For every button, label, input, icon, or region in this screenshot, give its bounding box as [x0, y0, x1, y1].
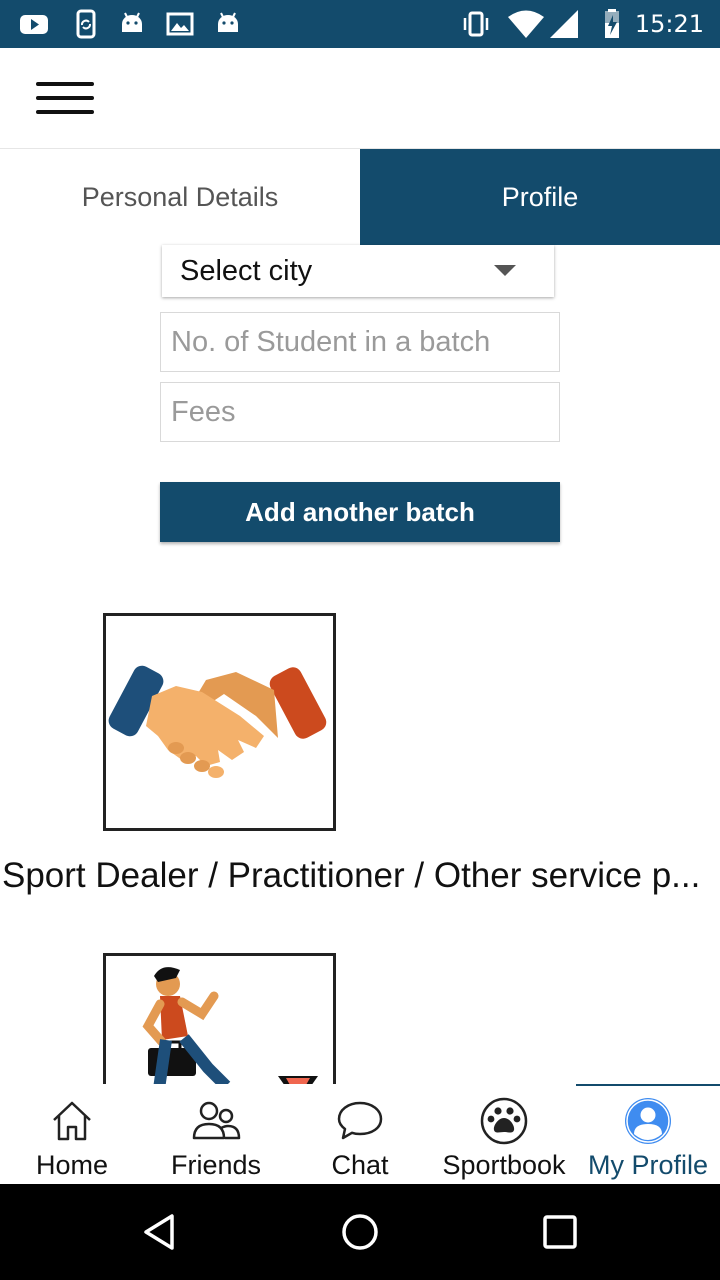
nav-my-profile[interactable]: My Profile	[576, 1084, 720, 1184]
nav-home-label: Home	[35, 1150, 109, 1180]
nav-sportbook-label: Sportbook	[442, 1150, 566, 1180]
nav-home[interactable]: Home	[0, 1084, 144, 1184]
category-card-business[interactable]	[103, 953, 336, 1093]
youtube-icon	[20, 15, 48, 34]
system-navigation-bar	[0, 1184, 720, 1280]
vibrate-icon	[463, 11, 489, 37]
wifi-icon	[508, 10, 544, 38]
recent-apps-icon[interactable]	[540, 1212, 580, 1252]
android-icon	[122, 12, 142, 32]
friends-icon	[192, 1101, 241, 1140]
businessman-walking-icon	[142, 967, 318, 1093]
status-time: 15:21	[634, 10, 704, 38]
hamburger-icon[interactable]	[36, 80, 94, 116]
tab-bar: Personal Details Profile	[0, 149, 720, 245]
back-icon[interactable]	[140, 1212, 180, 1252]
status-bar: 15:21	[0, 0, 720, 48]
tab-personal-details[interactable]: Personal Details	[0, 149, 360, 245]
category-label-service-provider: Sport Dealer / Practitioner / Other serv…	[2, 856, 701, 895]
handshake-icon	[108, 665, 327, 778]
signal-icon	[550, 10, 578, 38]
home-icon	[53, 1101, 91, 1141]
image-icon	[166, 12, 194, 36]
city-select-value: Select city	[180, 254, 313, 287]
nav-friends-label: Friends	[170, 1150, 262, 1180]
dropdown-arrow-icon	[494, 265, 516, 276]
user-profile-icon	[625, 1098, 671, 1144]
nav-chat-label: Chat	[331, 1150, 389, 1180]
battery-charging-icon	[605, 9, 619, 38]
category-card-service-provider[interactable]	[103, 613, 336, 831]
students-per-batch-input[interactable]	[160, 312, 560, 372]
bottom-navigation: Home Friends Chat Sportbook My Profile	[0, 1084, 720, 1184]
home-circle-icon[interactable]	[340, 1212, 380, 1252]
nav-my-profile-label: My Profile	[587, 1150, 709, 1180]
android-icon	[218, 12, 238, 32]
nav-sportbook[interactable]: Sportbook	[432, 1084, 576, 1184]
phone-sync-icon	[76, 9, 96, 39]
paw-icon	[480, 1097, 528, 1145]
tab-profile[interactable]: Profile	[360, 149, 720, 245]
app-header	[0, 48, 720, 149]
nav-chat[interactable]: Chat	[288, 1084, 432, 1184]
fees-input[interactable]	[160, 382, 560, 442]
chat-bubble-icon	[337, 1101, 383, 1140]
nav-friends[interactable]: Friends	[144, 1084, 288, 1184]
add-another-batch-button[interactable]: Add another batch	[160, 482, 560, 542]
city-select[interactable]: Select city	[162, 245, 554, 297]
